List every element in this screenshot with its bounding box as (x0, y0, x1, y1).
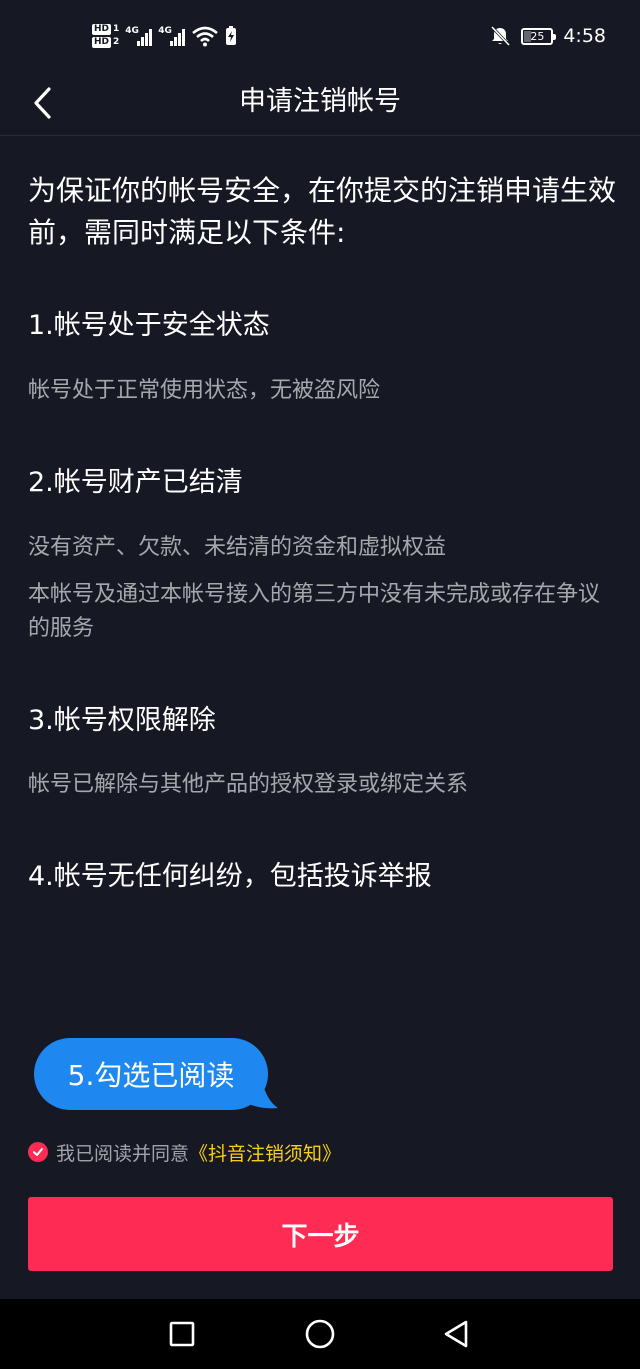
signal-bar (174, 37, 178, 46)
recent-apps-icon (169, 1321, 195, 1347)
condition-2-description-2: 本帐号及通过本帐号接入的第三方中没有未完成或存在争议的服务 (28, 582, 601, 641)
condition-2-title: 2.帐号财产已结清 (28, 467, 243, 498)
condition-3-description: 帐号已解除与其他产品的授权登录或绑定关系 (28, 772, 469, 797)
next-step-button[interactable]: 下一步 (28, 1197, 613, 1271)
mute-bell-icon (491, 25, 511, 47)
condition-3-title: 3.帐号权限解除 (28, 705, 216, 736)
signal-bar (178, 33, 182, 46)
condition-4-title: 4.帐号无任何纠纷，包括投诉举报 (28, 861, 432, 892)
signal-bar (182, 29, 186, 46)
intro-text: 为保证你的帐号安全，在你提交的注销申请生效前，需同时满足以下条件: (28, 174, 617, 249)
condition-2-description-1: 没有资产、欠款、未结清的资金和虚拟权益 (28, 535, 447, 560)
signal-bar (141, 37, 145, 46)
signal-icon: 4G (158, 26, 186, 46)
recent-apps-button[interactable] (164, 1316, 200, 1352)
agreement-row: 我已阅读并同意 《抖音注销须知》 (28, 1138, 341, 1166)
status-bar: HD 1 HD 2 4G 4G 25 4:58 (0, 0, 640, 70)
status-right: 25 4:58 (489, 22, 606, 50)
back-icon (444, 1320, 468, 1348)
hd-tag-2: HD (92, 37, 112, 48)
agreement-link[interactable]: 《抖音注销须知》 (189, 1139, 341, 1166)
signal-bar (149, 29, 153, 46)
hd-row-2: HD 2 (92, 37, 119, 48)
battery-level: 25 (530, 29, 545, 43)
hd-num-2: 2 (113, 37, 120, 47)
condition-1-description: 帐号处于正常使用状态，无被盗风险 (28, 378, 381, 403)
checkmark-icon (33, 1148, 43, 1156)
hd-row-1: HD 1 (92, 24, 119, 35)
page-title: 申请注销帐号 (239, 86, 401, 117)
network-type-2: 4G (158, 26, 172, 36)
signal-bar (170, 41, 174, 46)
step-callout: 5.勾选已阅读 (34, 1038, 268, 1110)
signal-bar (137, 41, 141, 46)
nav-back-button[interactable] (438, 1316, 474, 1352)
clock: 4:58 (563, 25, 606, 47)
charging-icon (226, 26, 237, 45)
callout-text: 5.勾选已阅读 (67, 1059, 235, 1092)
hd-num-1: 1 (113, 24, 120, 34)
status-left: HD 1 HD 2 4G 4G (92, 16, 237, 56)
system-nav-bar (0, 1299, 640, 1369)
hd-indicator: HD 1 HD 2 (92, 24, 119, 48)
next-step-label: 下一步 (281, 1221, 360, 1252)
wifi-icon (192, 26, 219, 47)
condition-1-title: 1.帐号处于安全状态 (28, 310, 270, 341)
battery-icon: 25 (521, 27, 557, 45)
header: 申请注销帐号 (0, 70, 640, 136)
app-screen: HD 1 HD 2 4G 4G 25 4:58 申请注销帐号 为保证你的帐号安全… (0, 0, 640, 1369)
network-type-1: 4G (125, 26, 139, 36)
home-icon (305, 1319, 335, 1349)
agree-checkbox[interactable] (28, 1142, 48, 1162)
home-button[interactable] (302, 1316, 338, 1352)
agreement-prefix: 我已阅读并同意 (56, 1142, 190, 1165)
signal-icon: 4G (125, 26, 153, 46)
signal-bar (145, 33, 149, 46)
hd-tag-1: HD (92, 24, 112, 35)
